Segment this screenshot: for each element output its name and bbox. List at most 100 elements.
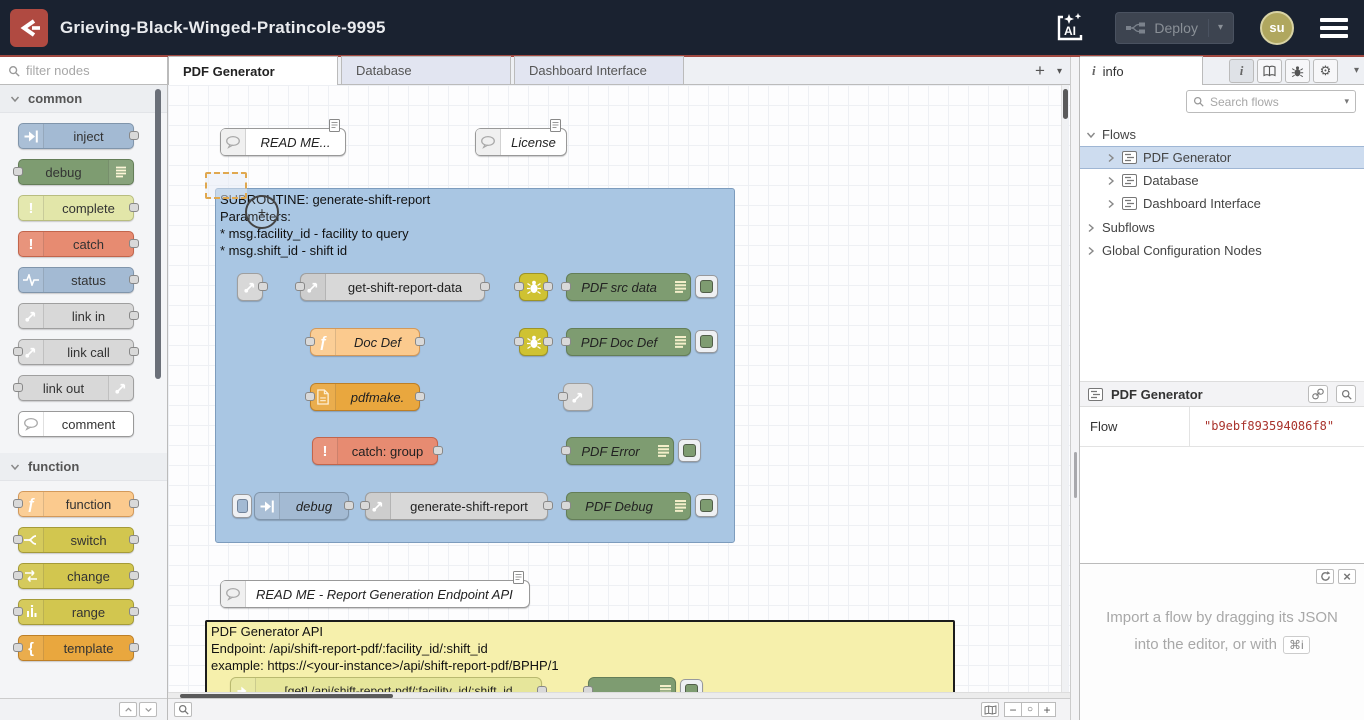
palette-node-complete[interactable]: ! complete (18, 195, 134, 221)
input-port[interactable] (561, 446, 571, 455)
tree-item-pdf-generator[interactable]: PDF Generator (1080, 146, 1364, 169)
node-pdfmake[interactable]: pdfmake. (310, 383, 420, 411)
sidebar-tool-help-button[interactable] (1257, 59, 1282, 83)
app-logo-icon[interactable] (10, 9, 48, 47)
node-link-out[interactable] (563, 383, 593, 411)
palette-category-common[interactable]: common (0, 85, 167, 113)
palette-node-status[interactable]: status (18, 267, 134, 293)
input-port[interactable] (561, 282, 571, 291)
node-pdf-src-data[interactable]: PDF src data (566, 273, 691, 301)
tree-item-subflows[interactable]: Subflows (1080, 216, 1364, 239)
node-get-shift-report-data[interactable]: get-shift-report-data (300, 273, 485, 301)
chevron-down-icon[interactable] (1086, 130, 1096, 140)
input-port[interactable] (13, 607, 23, 616)
input-port[interactable] (561, 501, 571, 510)
output-port[interactable] (433, 446, 443, 455)
canvas-horizontal-scrollbar[interactable] (168, 692, 1070, 698)
output-port[interactable] (129, 131, 139, 140)
tab-dashboard-interface[interactable]: Dashboard Interface (514, 56, 684, 84)
node-link-in[interactable] (237, 273, 263, 301)
node-debug-inject[interactable]: debug (254, 492, 349, 520)
output-port[interactable] (344, 501, 354, 510)
deploy-button[interactable]: Deploy ▾ (1115, 12, 1234, 44)
tree-item-global-config[interactable]: Global Configuration Nodes (1080, 239, 1364, 262)
output-port[interactable] (415, 337, 425, 346)
chevron-right-icon[interactable] (1106, 153, 1116, 163)
debug-toggle-button[interactable] (695, 494, 718, 517)
node-debug-junction-1[interactable] (519, 273, 548, 301)
input-port[interactable] (360, 501, 370, 510)
inject-button[interactable] (232, 494, 252, 518)
input-port[interactable] (295, 282, 305, 291)
output-port[interactable] (129, 275, 139, 284)
node-pdf-debug[interactable]: PDF Debug (566, 492, 691, 520)
tree-item-dashboard-interface[interactable]: Dashboard Interface (1080, 192, 1364, 215)
input-port[interactable] (13, 167, 23, 176)
close-icon[interactable]: × (1338, 569, 1356, 584)
palette-node-catch[interactable]: ! catch (18, 231, 134, 257)
deploy-caret-icon[interactable]: ▾ (1208, 19, 1223, 37)
palette-node-function[interactable]: ƒ function (18, 491, 134, 517)
comment-node-license[interactable]: License (475, 128, 567, 156)
debug-toggle-button[interactable] (695, 275, 718, 298)
output-port[interactable] (543, 337, 553, 346)
palette-node-template[interactable]: { template (18, 635, 134, 661)
ai-assistant-button[interactable]: AI (1053, 12, 1087, 44)
zoom-reset-button[interactable]: ○ (1021, 702, 1039, 717)
chevron-right-icon[interactable] (1106, 176, 1116, 186)
sidebar-tab-info[interactable]: i info (1080, 56, 1203, 85)
sidebar-splitter[interactable] (1070, 57, 1080, 720)
comment-node-readme-endpoint[interactable]: READ ME - Report Generation Endpoint API (220, 580, 530, 608)
output-port[interactable] (129, 571, 139, 580)
debug-toggle-button[interactable] (678, 439, 701, 462)
input-port[interactable] (13, 535, 23, 544)
detail-search-button[interactable] (1336, 385, 1356, 403)
input-port[interactable] (558, 392, 568, 401)
output-port[interactable] (543, 501, 553, 510)
search-flows-input[interactable]: Search flows ▾ (1186, 90, 1356, 113)
chevron-right-icon[interactable] (1086, 223, 1096, 233)
palette-node-change[interactable]: change (18, 563, 134, 589)
sidebar-tool-info-button[interactable]: i (1229, 59, 1254, 83)
output-port[interactable] (129, 311, 139, 320)
chevron-right-icon[interactable] (1086, 246, 1096, 256)
output-port[interactable] (129, 607, 139, 616)
debug-toggle-button[interactable] (695, 330, 718, 353)
palette-expand-all-button[interactable] (139, 702, 157, 717)
input-port[interactable] (13, 499, 23, 508)
palette-node-debug[interactable]: debug (18, 159, 134, 185)
input-port[interactable] (13, 571, 23, 580)
output-port[interactable] (129, 535, 139, 544)
chevron-right-icon[interactable] (1106, 199, 1116, 209)
node-pdf-error[interactable]: PDF Error (566, 437, 674, 465)
input-port[interactable] (13, 383, 23, 392)
palette-node-link-in[interactable]: link in (18, 303, 134, 329)
output-port[interactable] (129, 643, 139, 652)
node-pdf-doc-def[interactable]: PDF Doc Def (566, 328, 691, 356)
output-port[interactable] (129, 239, 139, 248)
output-port[interactable] (129, 347, 139, 356)
add-flow-button[interactable]: + (1035, 61, 1045, 81)
node-catch-group[interactable]: ! catch: group (312, 437, 438, 465)
comment-node-readme[interactable]: READ ME... (220, 128, 346, 156)
tab-database[interactable]: Database (341, 56, 511, 84)
sidebar-tool-debug-button[interactable] (1285, 59, 1310, 83)
palette-category-function[interactable]: function (0, 453, 167, 481)
node-doc-def[interactable]: ƒ Doc Def (310, 328, 420, 356)
input-port[interactable] (13, 643, 23, 652)
output-port[interactable] (415, 392, 425, 401)
subroutine-group[interactable] (215, 188, 735, 543)
flow-list-caret-icon[interactable]: ▾ (1057, 66, 1062, 77)
refresh-button[interactable] (1316, 569, 1334, 584)
palette-node-switch[interactable]: switch (18, 527, 134, 553)
sidebar-menu-caret-icon[interactable]: ▾ (1354, 65, 1359, 76)
palette-scrollbar[interactable] (155, 89, 161, 379)
palette-collapse-all-button[interactable] (119, 702, 137, 717)
workspace[interactable]: SUBROUTINE: generate-shift-report Parame… (168, 85, 1070, 698)
input-port[interactable] (514, 282, 524, 291)
output-port[interactable] (129, 499, 139, 508)
main-menu-icon[interactable] (1320, 18, 1348, 38)
input-port[interactable] (561, 337, 571, 346)
output-port[interactable] (543, 282, 553, 291)
input-port[interactable] (13, 347, 23, 356)
